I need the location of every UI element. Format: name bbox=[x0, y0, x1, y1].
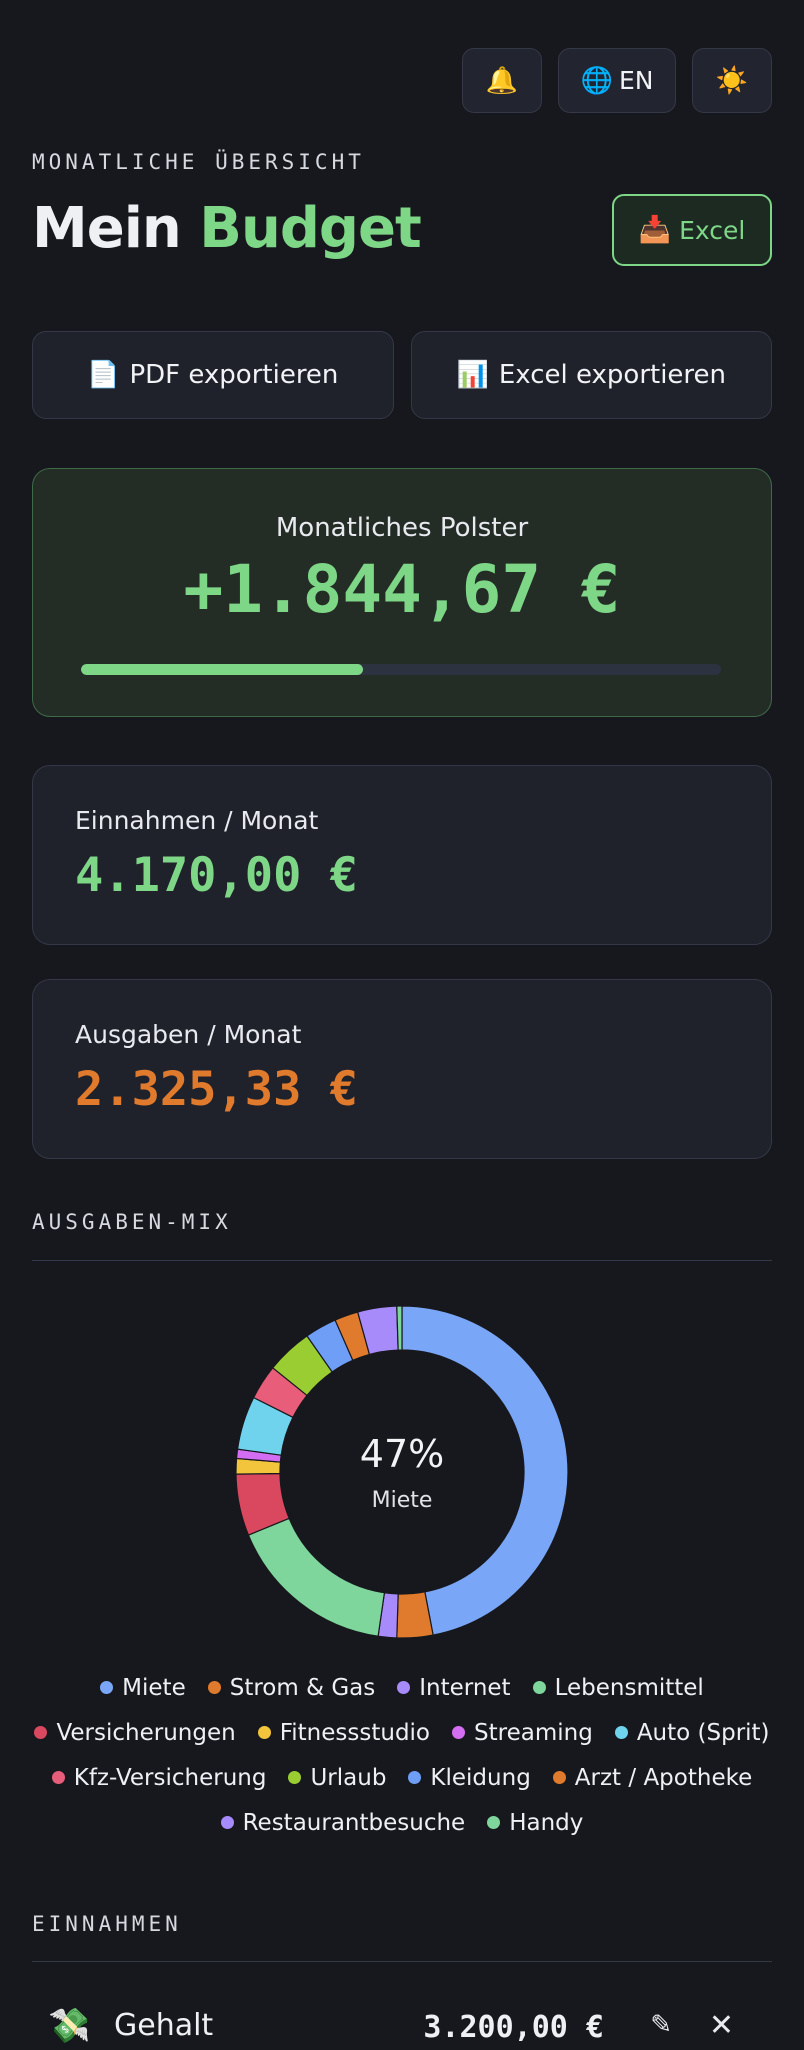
income-value: 4.170,00 € bbox=[75, 848, 358, 903]
document-icon: 📄 bbox=[87, 360, 120, 390]
legend-item[interactable]: Fitnessstudio bbox=[257, 1717, 431, 1748]
legend-item[interactable]: Handy bbox=[487, 1807, 583, 1838]
legend-item[interactable]: Streaming bbox=[452, 1717, 593, 1748]
legend-label: Restaurantbesuche bbox=[242, 1809, 466, 1836]
legend-label: Urlaub bbox=[310, 1764, 387, 1791]
legend-label: Auto (Sprit) bbox=[636, 1719, 770, 1746]
excel-import-label: Excel bbox=[679, 215, 746, 245]
mix-heading: AUSGABEN-MIX bbox=[32, 1210, 232, 1234]
donut-slice-3[interactable] bbox=[247, 1517, 386, 1637]
income-divider bbox=[32, 1961, 772, 1962]
expense-card: Ausgaben / Monat 2.325,33 € bbox=[32, 979, 772, 1159]
legend-dot bbox=[532, 1681, 546, 1694]
legend-item[interactable]: Miete bbox=[100, 1672, 186, 1703]
excel-import-button[interactable]: 📥 Excel bbox=[612, 194, 772, 266]
legend-dot bbox=[207, 1681, 221, 1694]
legend-item[interactable]: Urlaub bbox=[288, 1762, 386, 1793]
title-accent: Budget bbox=[199, 196, 421, 261]
pdf-export-button[interactable]: 📄 PDF exportieren bbox=[32, 331, 394, 419]
theme-toggle-button[interactable]: ☀️ bbox=[692, 48, 772, 113]
income-card: Einnahmen / Monat 4.170,00 € bbox=[32, 765, 772, 945]
legend-dot bbox=[257, 1726, 271, 1739]
expense-value: 2.325,33 € bbox=[75, 1062, 358, 1117]
title-main: Mein bbox=[32, 196, 182, 261]
page-eyebrow: MONATLICHE ÜBERSICHT bbox=[32, 150, 365, 174]
legend-dot bbox=[487, 1816, 501, 1829]
income-row: 💸 Gehalt 3.200,00 € ✎ ✕ bbox=[32, 1998, 772, 2050]
legend-dot bbox=[51, 1771, 65, 1784]
legend-label: Versicherungen bbox=[56, 1719, 236, 1746]
legend-label: Fitnessstudio bbox=[279, 1719, 431, 1746]
legend-item[interactable]: Internet bbox=[397, 1672, 511, 1703]
legend-item[interactable]: Kleidung bbox=[408, 1762, 531, 1793]
bell-icon: 🔔 bbox=[485, 65, 519, 96]
excel-export-button[interactable]: 📊 Excel exportieren bbox=[410, 331, 772, 419]
notifications-button[interactable]: 🔔 bbox=[462, 48, 542, 113]
money-wings-icon: 💸 bbox=[48, 2006, 91, 2046]
income-heading: EINNAHMEN bbox=[32, 1912, 182, 1936]
legend-dot bbox=[408, 1771, 422, 1784]
legend-dot bbox=[452, 1726, 466, 1739]
income-label: Einnahmen / Monat bbox=[75, 806, 319, 835]
legend-label: Kleidung bbox=[430, 1764, 531, 1791]
legend-label: Miete bbox=[122, 1674, 186, 1701]
page-title: Mein Budget bbox=[32, 196, 422, 261]
legend-dot bbox=[100, 1681, 114, 1694]
legend-label: Lebensmittel bbox=[554, 1674, 704, 1701]
buffer-progress-fill bbox=[81, 664, 363, 675]
legend-dot bbox=[552, 1771, 566, 1784]
legend-dot bbox=[614, 1726, 628, 1739]
bar-chart-icon: 📊 bbox=[456, 360, 489, 390]
donut-center-label: Miete bbox=[371, 1488, 433, 1513]
buffer-label: Monatliches Polster bbox=[275, 513, 529, 543]
language-label: EN bbox=[618, 66, 654, 95]
chart-legend: Miete Strom & Gas Internet Lebensmittel Vers… bbox=[32, 1672, 772, 1838]
sun-icon: ☀️ bbox=[715, 65, 749, 96]
legend-label: Arzt / Apotheke bbox=[574, 1764, 753, 1791]
legend-dot bbox=[397, 1681, 411, 1694]
legend-item[interactable]: Strom & Gas bbox=[207, 1672, 376, 1703]
language-button[interactable]: 🌐 EN bbox=[558, 48, 676, 113]
income-amount: 3.200,00 € bbox=[423, 2010, 604, 2045]
legend-label: Kfz-Versicherung bbox=[73, 1764, 267, 1791]
income-name: Gehalt bbox=[114, 2008, 214, 2043]
globe-icon: 🌐 bbox=[580, 65, 613, 96]
buffer-value: +1.844,67 € bbox=[183, 551, 621, 628]
legend-label: Strom & Gas bbox=[229, 1674, 376, 1701]
legend-label: Handy bbox=[509, 1809, 584, 1836]
topbar: 🔔 🌐 EN ☀️ bbox=[462, 48, 772, 113]
legend-dot bbox=[34, 1726, 48, 1739]
export-row: 📄 PDF exportieren 📊 Excel exportieren bbox=[32, 331, 772, 419]
legend-label: Internet bbox=[419, 1674, 511, 1701]
legend-item[interactable]: Arzt / Apotheke bbox=[552, 1762, 753, 1793]
legend-dot bbox=[288, 1771, 302, 1784]
legend-item[interactable]: Auto (Sprit) bbox=[614, 1717, 770, 1748]
buffer-progress-track bbox=[81, 664, 721, 675]
legend-dot bbox=[220, 1816, 234, 1829]
monthly-buffer-card: Monatliches Polster +1.844,67 € bbox=[32, 468, 772, 717]
excel-export-label: Excel exportieren bbox=[498, 360, 727, 390]
delete-icon[interactable]: ✕ bbox=[709, 2008, 734, 2043]
donut-slice-13[interactable] bbox=[396, 1305, 403, 1351]
expense-label: Ausgaben / Monat bbox=[75, 1020, 302, 1049]
inbox-tray-icon: 📥 bbox=[638, 215, 672, 245]
donut-center-percent: 47% bbox=[359, 1432, 445, 1476]
legend-item[interactable]: Kfz-Versicherung bbox=[51, 1762, 267, 1793]
legend-label: Streaming bbox=[474, 1719, 593, 1746]
mix-divider bbox=[32, 1260, 772, 1261]
legend-item[interactable]: Versicherungen bbox=[34, 1717, 236, 1748]
pdf-export-label: PDF exportieren bbox=[129, 360, 339, 390]
legend-item[interactable]: Restaurantbesuche bbox=[220, 1807, 466, 1838]
legend-item[interactable]: Lebensmittel bbox=[532, 1672, 704, 1703]
edit-icon[interactable]: ✎ bbox=[650, 2010, 672, 2040]
